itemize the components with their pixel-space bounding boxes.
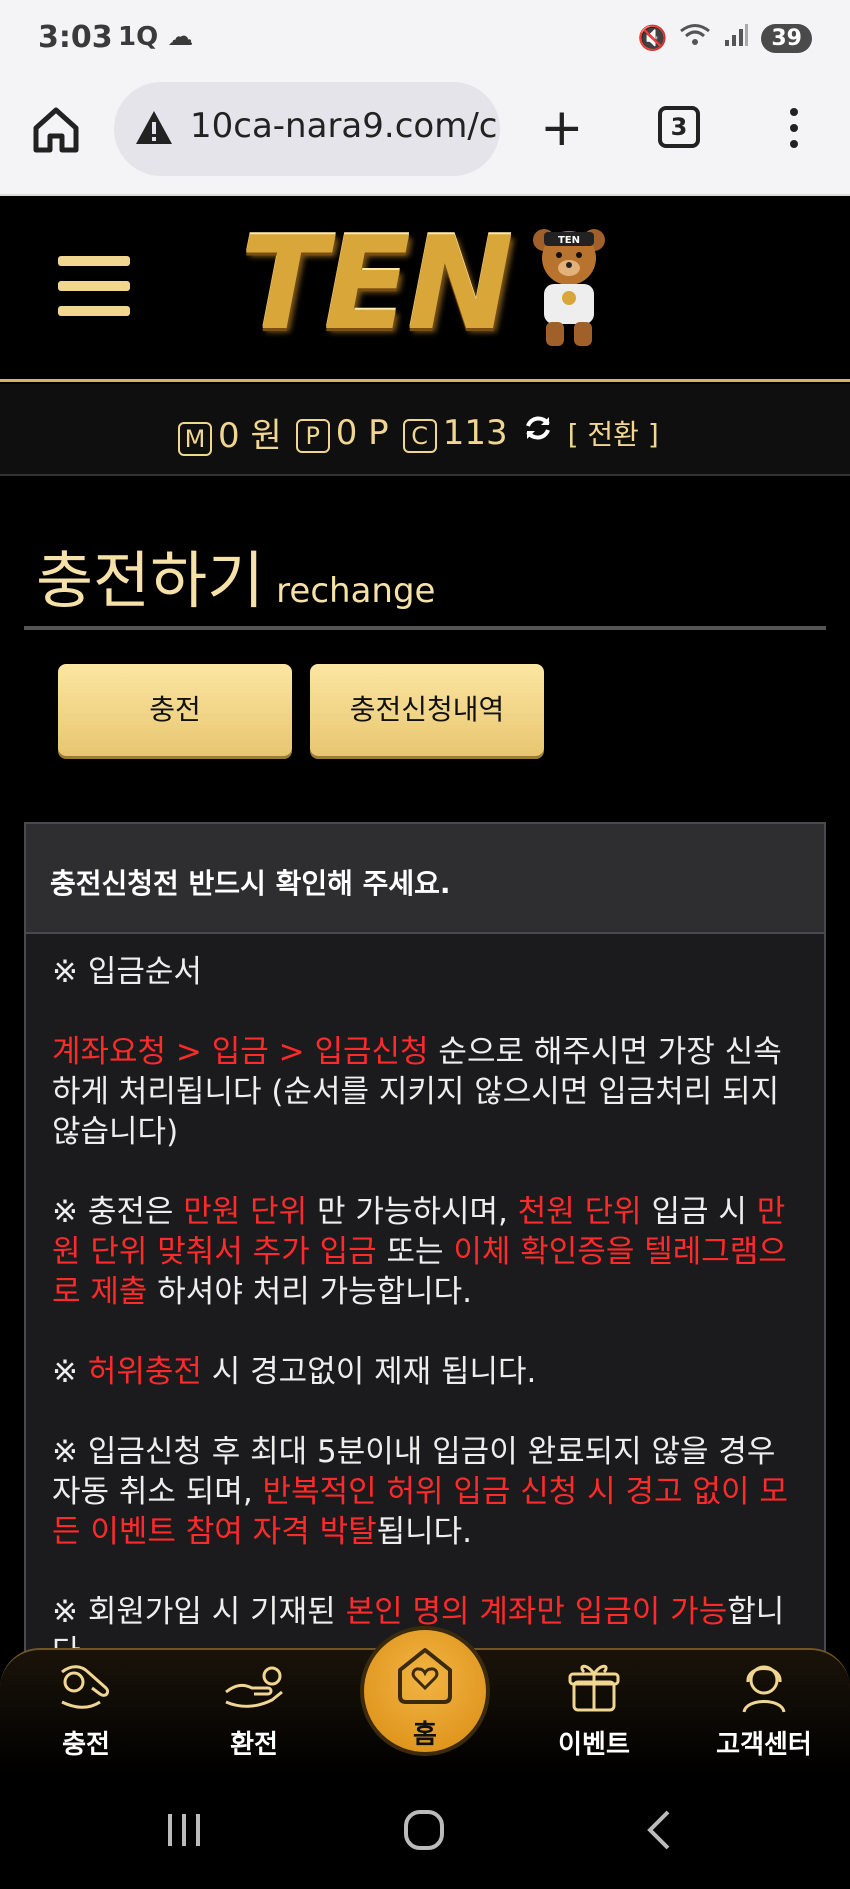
notice-order-text: 계좌요청 > 입금 > 입금신청 순으로 해주시면 가장 신속하게 처리됩니다 … (52, 1032, 806, 1152)
page-subtitle: rechange (276, 571, 436, 611)
page-title: 충전하기 rechange (36, 530, 435, 620)
text-run: ※ 충전은 (52, 1194, 184, 1230)
tab-exchange-label: 환전 (230, 1730, 278, 1760)
text-run: 만 가능하시며, (307, 1194, 518, 1230)
money-m-icon: M (178, 422, 212, 456)
back-nav-icon[interactable] (644, 1808, 674, 1852)
text-run-red: 허위충전 (87, 1354, 202, 1390)
tab-event[interactable]: 이벤트 (524, 1650, 664, 1778)
tab-home-label: 홈 (413, 1720, 437, 1750)
point-balance: P0 P (295, 412, 389, 453)
text-run: 또는 (376, 1234, 454, 1270)
notice-order-title: ※ 입금순서 (52, 954, 202, 990)
casino-value: 113 (442, 412, 508, 453)
battery-badge: 39 (761, 23, 812, 53)
casino-balance: C 113 (402, 412, 508, 453)
casino-c-icon: C (402, 418, 437, 453)
title-divider (24, 626, 826, 630)
notice-auto-cancel: ※ 입금신청 후 최대 5분이내 입금이 완료되지 않을 경우 자동 취소 되며… (52, 1432, 806, 1552)
tab-event-label: 이벤트 (558, 1730, 630, 1760)
money-balance: M0 원 (178, 408, 282, 457)
refresh-icon[interactable] (522, 412, 554, 453)
wifi-icon (679, 22, 711, 54)
text-run: ※ (52, 1354, 88, 1390)
address-bar[interactable]: 10ca-nara9.com/c (114, 82, 500, 176)
status-right-icons: 🔇 39 (637, 22, 812, 54)
home-nav-icon[interactable] (402, 1808, 446, 1852)
browser-toolbar: 10ca-nara9.com/c + 3 (0, 80, 850, 196)
home-circle-button[interactable]: 홈 (360, 1626, 490, 1756)
exchange-hand-icon (225, 1666, 283, 1708)
recent-apps-icon[interactable] (164, 1810, 204, 1850)
gift-icon (568, 1664, 620, 1712)
new-tab-plus-icon[interactable]: + (540, 102, 584, 154)
points-bar: M0 원 P0 P C 113 [ 전환 ] (0, 384, 850, 476)
tab-charge-label: 충전 (62, 1730, 110, 1760)
notice-fake-charge: ※ 허위충전 시 경고없이 제재 됩니다. (52, 1352, 806, 1392)
notice-unit-rule: ※ 충전은 만원 단위 만 가능하시며, 천원 단위 입금 시 만원 단위 맞춰… (52, 1192, 806, 1312)
status-time: 3:03 (38, 20, 113, 55)
mute-icon: 🔇 (637, 24, 668, 52)
point-p-icon: P (295, 418, 330, 453)
point-value: 0 P (335, 412, 389, 453)
site-logo[interactable]: TEN TEN (240, 210, 610, 359)
charge-history-button[interactable]: 충전신청내역 (310, 664, 544, 756)
text-run-red: 만원 단위 (183, 1194, 308, 1230)
tab-support-label: 고객센터 (716, 1730, 812, 1760)
browser-menu-icon[interactable] (784, 104, 804, 156)
tab-switcher-button[interactable]: 3 (658, 106, 700, 148)
text-run: 됩니다. (376, 1514, 473, 1550)
text-run-red: 천원 단위 (517, 1194, 642, 1230)
switch-button[interactable]: [ 전환 ] (568, 413, 659, 453)
warning-icon (136, 111, 172, 144)
home-heart-icon (398, 1648, 452, 1704)
signal-icon (723, 22, 749, 54)
text-run: ※ 회원가입 시 기재된 (52, 1594, 346, 1630)
android-nav-bar (0, 1776, 850, 1889)
notice-order-red: 계좌요청 > 입금 > 입금신청 (52, 1034, 429, 1070)
charge-button[interactable]: 충전 (58, 664, 292, 756)
tab-charge[interactable]: 충전 (16, 1650, 156, 1778)
logo-text: TEN (240, 210, 514, 359)
money-value: 0 원 (218, 416, 282, 456)
status-notification-icons: 1Q ☁ (118, 22, 194, 52)
bear-cap-text: TEN (558, 235, 580, 246)
page-title-text: 충전하기 (36, 544, 265, 617)
text-run: 입금 시 (641, 1194, 757, 1230)
tab-support[interactable]: 고객센터 (694, 1650, 834, 1778)
text-run: 하셔야 처리 가능합니다. (147, 1274, 473, 1310)
charge-hand-icon (61, 1665, 110, 1709)
notice-heading: 충전신청전 반드시 확인해 주세요. (26, 824, 824, 934)
notice-box: 충전신청전 반드시 확인해 주세요. ※ 입금순서 계좌요청 > 입금 > 입금… (24, 822, 826, 1722)
browser-home-icon[interactable] (30, 104, 82, 156)
support-headset-icon (742, 1665, 786, 1713)
tab-exchange[interactable]: 환전 (184, 1650, 324, 1778)
text-run: 시 경고없이 제재 됩니다. (201, 1354, 537, 1390)
hamburger-menu-icon[interactable] (58, 256, 130, 320)
site-header: TEN TEN (0, 198, 850, 382)
tab-home[interactable]: 홈 (358, 1604, 492, 1764)
status-bar: 3:03 1Q ☁ 🔇 39 (0, 0, 850, 80)
address-url: 10ca-nara9.com/c (190, 106, 498, 146)
bear-mascot-icon: TEN (533, 229, 605, 346)
notice-body: ※ 입금순서 계좌요청 > 입금 > 입금신청 순으로 해주시면 가장 신속하게… (26, 934, 824, 1672)
